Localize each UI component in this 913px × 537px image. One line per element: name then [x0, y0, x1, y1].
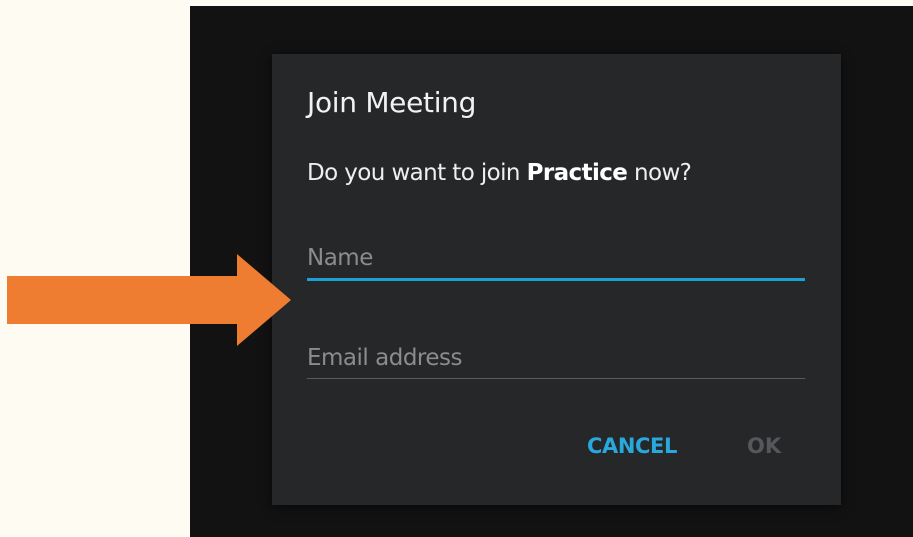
- join-meeting-dialog: Join Meeting Do you want to join Practic…: [272, 54, 841, 505]
- right-arrow-icon: [7, 254, 291, 346]
- cancel-button[interactable]: CANCEL: [587, 434, 677, 458]
- message-suffix: now?: [627, 160, 692, 186]
- message-prefix: Do you want to join: [307, 160, 527, 186]
- ok-button[interactable]: OK: [747, 434, 781, 458]
- dialog-title: Join Meeting: [307, 86, 477, 119]
- screen-top-border: [190, 0, 913, 6]
- name-input[interactable]: [307, 238, 805, 278]
- dialog-message: Do you want to join Practice now?: [307, 160, 692, 186]
- email-field-container: [307, 338, 805, 379]
- name-field-container: [307, 238, 805, 281]
- email-input[interactable]: [307, 338, 805, 378]
- arrow-shape: [7, 254, 291, 346]
- meeting-name: Practice: [526, 160, 628, 186]
